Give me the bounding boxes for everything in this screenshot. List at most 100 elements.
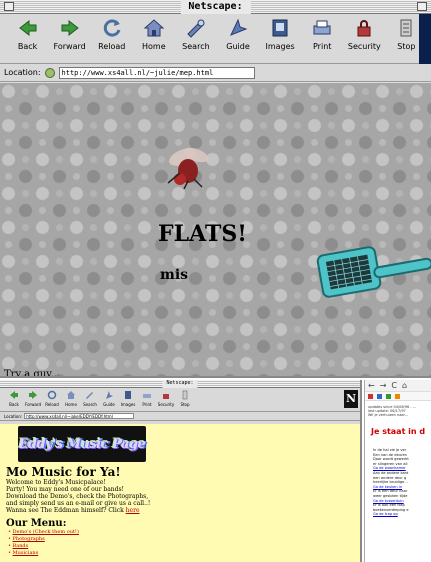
forward-arrow-icon[interactable]: → [380, 381, 387, 390]
stop-icon [400, 19, 412, 37]
print-label: Print [142, 402, 152, 407]
page-viewport: FLATS! mis Try a guy... [0, 83, 431, 376]
forward-label: Forward [53, 42, 86, 51]
bookmark-icon[interactable] [377, 393, 382, 399]
images-label: Images [120, 402, 136, 407]
window-titlebar[interactable]: Netscape: [0, 380, 360, 388]
home-button[interactable]: Home [63, 390, 79, 411]
back-icon [10, 391, 18, 399]
back-button[interactable]: Back [10, 17, 45, 51]
netscape-logo [419, 14, 431, 64]
reload-button[interactable]: Reload [94, 17, 129, 51]
forward-button[interactable]: Forward [25, 390, 41, 411]
netscape-window-eddy: Netscape: Back Forward Reload Home Searc… [0, 380, 362, 562]
menu-link-bands[interactable]: Bands [13, 543, 29, 549]
window-title: Netscape: [162, 380, 198, 388]
back-button[interactable]: Back [6, 390, 22, 411]
images-icon [125, 391, 131, 399]
back-icon [18, 19, 37, 37]
paragraph-line: Welcome to Eddy's Musicpalace! [6, 479, 106, 486]
home-button[interactable]: Home [136, 17, 171, 51]
search-icon [86, 392, 93, 399]
mis-text: mis [160, 267, 189, 283]
security-label: Security [347, 42, 381, 51]
guide-button[interactable]: Guide [220, 17, 255, 51]
browser-window-dutch: ← → C ⌂ updates since 04/06/96 - ... las… [364, 380, 431, 562]
images-button[interactable]: Images [120, 390, 136, 411]
close-box-icon[interactable] [4, 2, 14, 11]
here-link[interactable]: here [126, 507, 140, 514]
search-button[interactable]: Search [82, 390, 98, 411]
home-icon[interactable]: ⌂ [402, 381, 407, 390]
update-notes: updates since 04/06/96 - ... last update… [365, 401, 431, 417]
menu-link-photographs[interactable]: Photographs [13, 536, 45, 542]
home-label: Home [65, 402, 77, 407]
search-icon [187, 19, 205, 38]
security-button[interactable]: Security [158, 390, 174, 411]
paragraph-line: Wanna see The Eddman himself? Click [6, 507, 124, 514]
netscape-logo: N [344, 390, 358, 408]
forward-button[interactable]: Forward [52, 17, 87, 51]
location-url-field[interactable]: http://www.xs4all.nl/~jake/EDDY/EDDY.htm… [24, 413, 135, 419]
stop-button[interactable]: Stop [177, 390, 193, 411]
print-button[interactable]: Print [305, 17, 340, 51]
bookmark-icon[interactable] [395, 393, 400, 399]
navigation-toolbar: Back Forward Reload Home Search Guide Im… [0, 388, 360, 412]
page-viewport: Eddy's Music Page Mo Music for Ya! Welco… [0, 424, 360, 562]
menu-link-demos[interactable]: Demo's (Check them out!) [13, 529, 79, 535]
guide-button[interactable]: Guide [101, 390, 117, 411]
search-label: Search [83, 402, 97, 407]
search-button[interactable]: Search [178, 17, 213, 51]
navigation-toolbar: Back Forward Reload Home Search Guide Im… [0, 14, 431, 64]
stop-icon [182, 390, 188, 400]
location-bar: Location: http://www.xs4all.nl/~jake/EDD… [0, 412, 360, 421]
reload-icon [47, 390, 57, 400]
bookmark-icon[interactable] [368, 393, 373, 399]
print-icon [313, 20, 331, 35]
print-button[interactable]: Print [139, 390, 155, 411]
print-icon [143, 394, 151, 398]
guide-label: Guide [103, 402, 115, 407]
menu-item-bands: Bands [8, 543, 354, 550]
home-label: Home [142, 42, 166, 51]
back-label: Back [9, 402, 19, 407]
body-link[interactable]: Ga de trap op [373, 512, 428, 517]
reload-label: Reload [98, 42, 126, 51]
guide-icon [230, 18, 248, 36]
back-arrow-icon[interactable]: ← [368, 381, 375, 390]
reload-icon[interactable]: C [391, 381, 397, 390]
page-body-text: In de hal zie je ver Een van de deuren Daa… [365, 436, 431, 517]
images-button[interactable]: Images [263, 17, 298, 51]
browser-nav-bar: ← → C ⌂ [365, 380, 431, 392]
flats-heading: FLATS! [158, 221, 247, 247]
bookmark-icon[interactable] [44, 67, 56, 79]
security-button[interactable]: Security [347, 17, 382, 51]
forward-icon [61, 19, 79, 37]
paragraph-line-with-link: Wanna see The Eddman himself? Click here [6, 507, 354, 514]
location-url-field[interactable]: http://www.xs4all.nl/~julie/mep.html [58, 66, 255, 79]
fly-swatter-icon [316, 246, 431, 298]
back-label: Back [17, 42, 38, 51]
images-icon [272, 19, 288, 37]
print-label: Print [313, 42, 332, 51]
bookmark-icon[interactable] [386, 393, 391, 399]
fly-icon [167, 147, 209, 189]
home-icon [143, 19, 165, 37]
location-label: Location: [4, 413, 23, 419]
security-icon [357, 20, 371, 37]
location-bar: Location: http://www.xs4all.nl/~julie/me… [0, 64, 431, 82]
bookmarks-bar [365, 392, 431, 401]
zoom-box-icon[interactable] [417, 2, 427, 11]
eddy-banner-logo: Eddy's Music Page [18, 426, 146, 462]
red-heading: Je staat in d [371, 427, 426, 436]
menu-item-photographs: Photographs [8, 536, 354, 543]
window-titlebar[interactable]: Netscape: [0, 0, 431, 14]
menu-link-musicians[interactable]: Musicians [13, 550, 39, 556]
guide-icon [106, 391, 113, 399]
menu-heading: Our Menu: [6, 518, 67, 529]
stop-label: Stop [397, 42, 416, 51]
location-label: Location: [4, 68, 41, 77]
reload-button[interactable]: Reload [44, 390, 60, 411]
security-icon [163, 394, 169, 399]
security-label: Security [157, 402, 175, 407]
